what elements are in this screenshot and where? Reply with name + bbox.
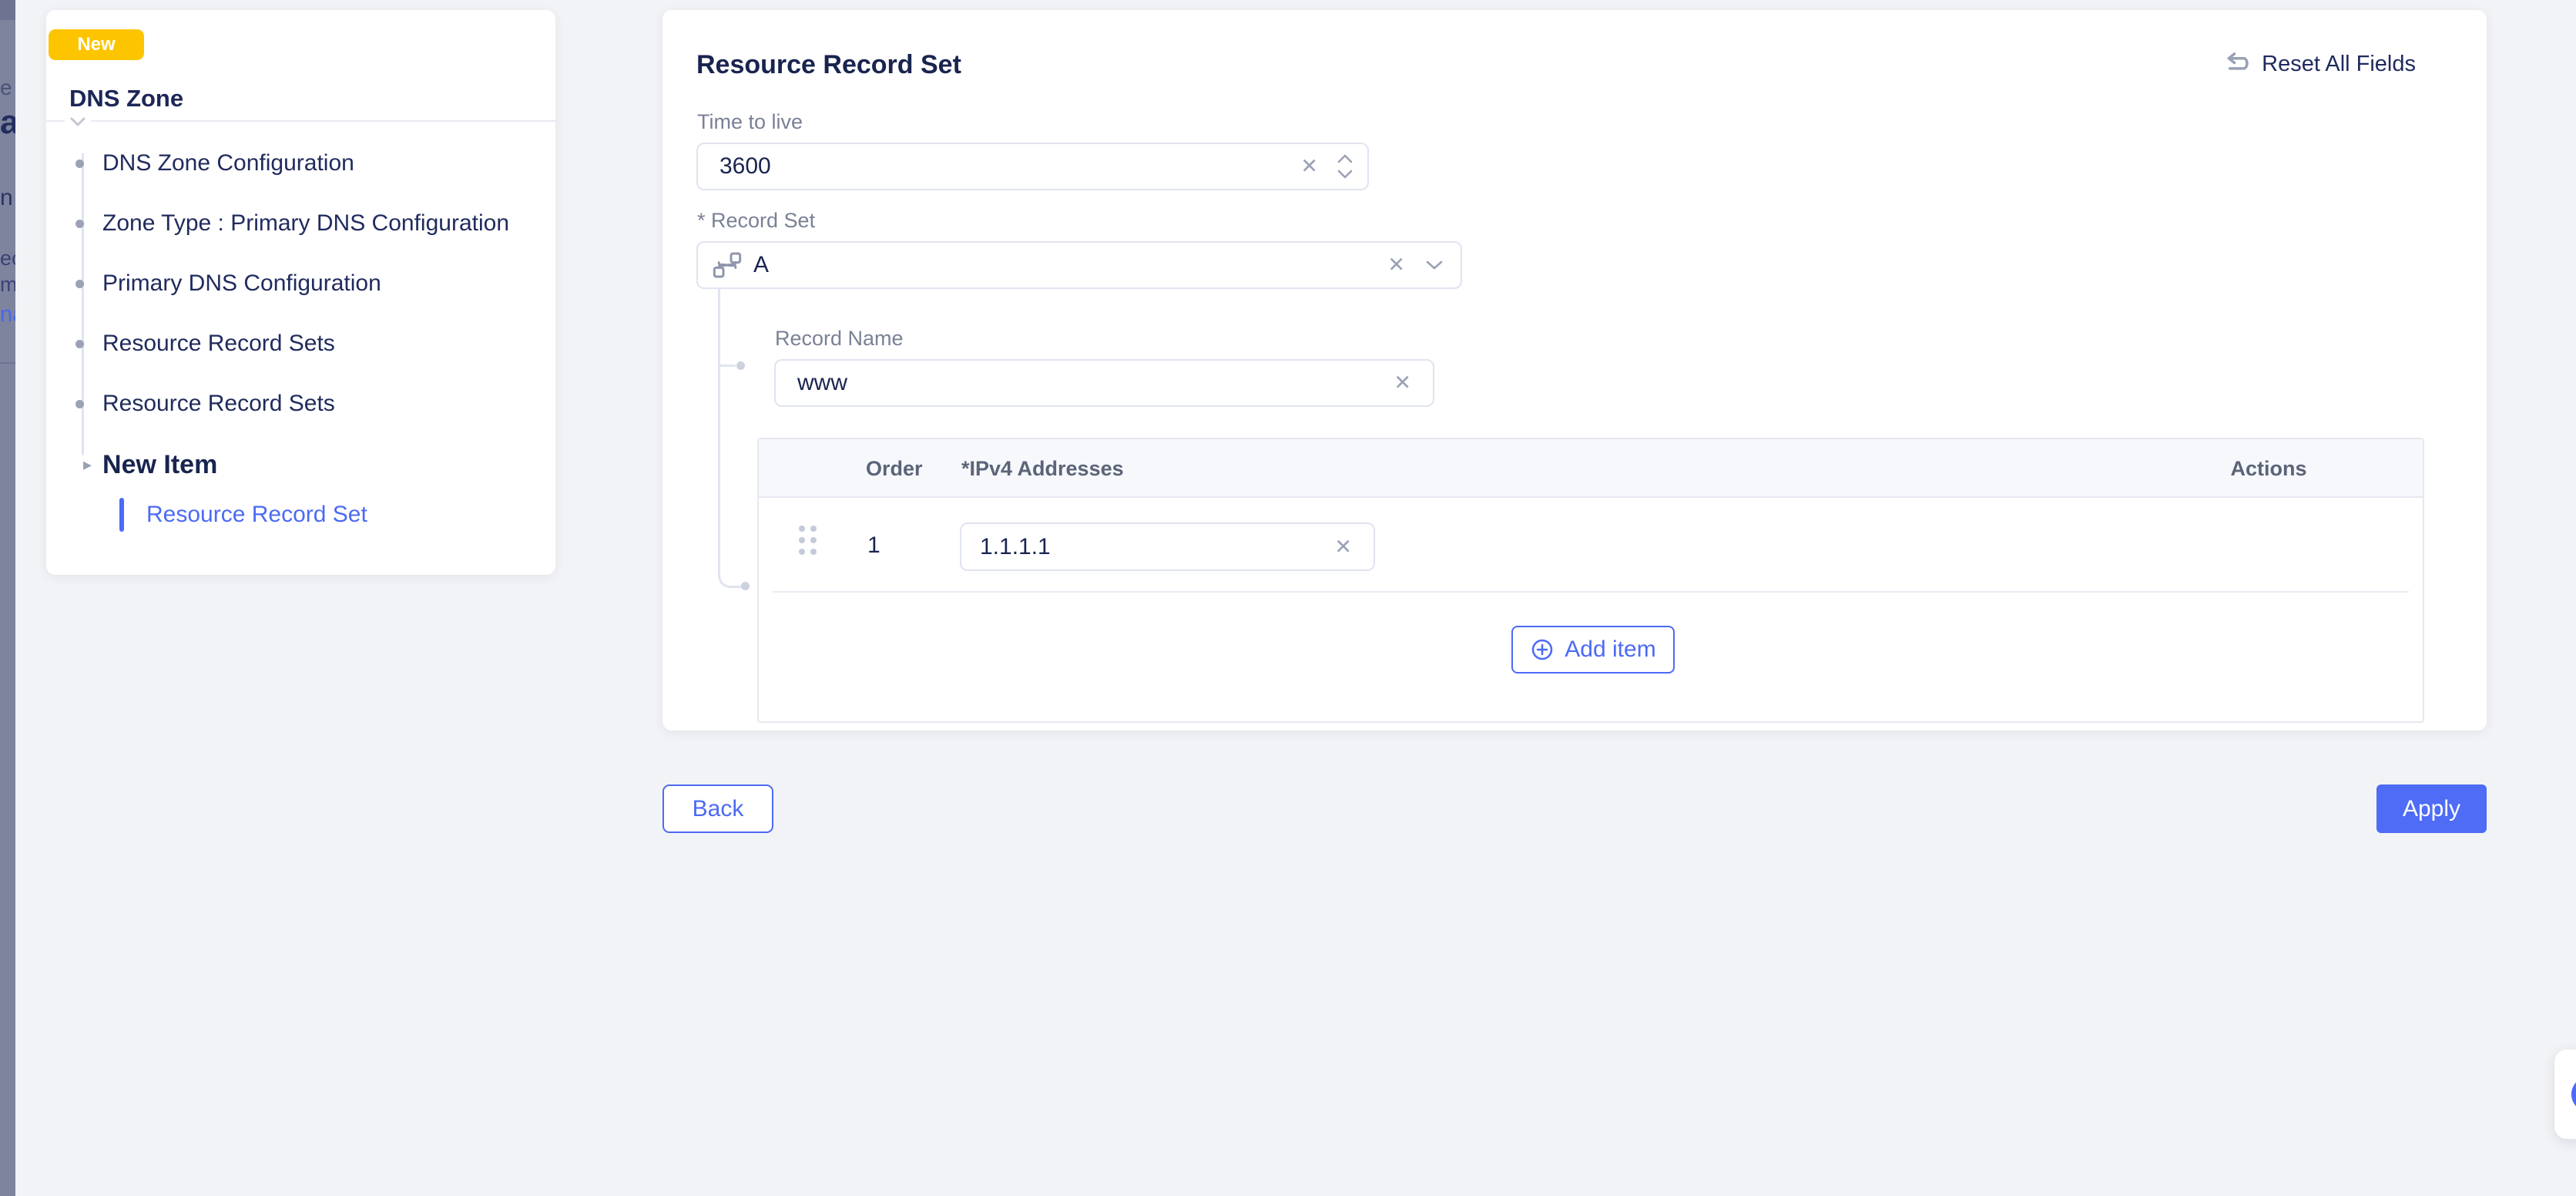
- underlay-divider: [0, 362, 15, 364]
- sidebar-item-zone-type[interactable]: Zone Type : Primary DNS Configuration: [75, 208, 509, 239]
- back-button-label: Back: [693, 796, 744, 822]
- table-row: 1 1.1.1.1 ✕: [759, 498, 2423, 593]
- timeline-dot-icon: [75, 160, 84, 168]
- underlay-text-fragment: e: [0, 76, 12, 100]
- record-set-select[interactable]: A ✕: [696, 241, 1462, 289]
- add-item-label: Add item: [1565, 637, 1655, 663]
- underlay-text-fragment: ag: [0, 103, 15, 142]
- active-indicator-bar: [119, 498, 124, 532]
- record-name-clear-icon[interactable]: ✕: [1394, 373, 1411, 394]
- floating-helper-widget[interactable]: [2554, 1050, 2576, 1139]
- underlay-topbar-fragment: [0, 0, 15, 20]
- reset-all-fields-button[interactable]: Reset All Fields: [2221, 51, 2416, 77]
- underlay-text-fragment: m: [0, 273, 15, 297]
- stepper-down-icon[interactable]: [1337, 170, 1353, 180]
- ttl-input[interactable]: 3600 ✕: [696, 143, 1369, 190]
- ttl-label: Time to live: [697, 110, 803, 134]
- connector-dot-icon: [736, 361, 745, 370]
- dimmed-underlay-strip: e ag n l ec m na: [0, 0, 15, 1196]
- sidebar-item-label: Zone Type : Primary DNS Configuration: [102, 210, 509, 237]
- sidebar-item-label: DNS Zone Configuration: [102, 150, 354, 176]
- back-button[interactable]: Back: [662, 784, 773, 833]
- resource-record-set-form-card: Resource Record Set Reset All Fields Tim…: [662, 10, 2487, 731]
- ipv4-address-value: 1.1.1.1: [961, 534, 1051, 560]
- row-order-value: 1: [867, 498, 880, 593]
- record-set-chevron-down-icon[interactable]: [1425, 260, 1444, 270]
- underlay-text-fragment: n l: [0, 185, 15, 211]
- reset-all-fields-label: Reset All Fields: [2262, 52, 2416, 77]
- record-name-input[interactable]: www ✕: [774, 359, 1434, 407]
- ipv4-addresses-table: Order *IPv4 Addresses Actions 1 1.1.1.1 …: [757, 438, 2424, 723]
- column-header-ipv4: *IPv4 Addresses: [961, 439, 1124, 498]
- sidebar-active-label: Resource Record Set: [146, 502, 367, 528]
- helper-circle-icon[interactable]: [2571, 1077, 2576, 1112]
- record-name-value: www: [776, 370, 847, 396]
- collapse-chevron-icon[interactable]: [65, 115, 91, 129]
- column-header-order: Order: [866, 439, 923, 498]
- reset-arrow-icon: [2221, 51, 2250, 77]
- sidebar-title: DNS Zone: [69, 85, 183, 113]
- sidebar-item-primary-dns-configuration[interactable]: Primary DNS Configuration: [75, 268, 381, 299]
- new-badge: New: [49, 29, 144, 60]
- underlay-link-fragment: na: [0, 302, 15, 328]
- ttl-clear-icon[interactable]: ✕: [1300, 156, 1318, 177]
- apply-button[interactable]: Apply: [2376, 784, 2487, 833]
- sidebar-group-new-item[interactable]: ▸ New Item: [83, 448, 217, 482]
- connector-dot-icon: [741, 582, 750, 590]
- column-header-actions: Actions: [2192, 439, 2346, 498]
- sidebar-item-dns-zone-configuration[interactable]: DNS Zone Configuration: [75, 148, 354, 179]
- sidebar-item-resource-record-sets-2[interactable]: Resource Record Sets: [75, 388, 335, 419]
- nested-connector-corner: [718, 569, 744, 588]
- record-set-icon: [712, 250, 743, 281]
- drag-handle-icon[interactable]: [799, 526, 817, 555]
- ttl-stepper[interactable]: [1337, 153, 1353, 180]
- underlay-text-fragment: ec: [0, 247, 15, 270]
- timeline-dot-icon: [75, 340, 84, 348]
- table-header: Order *IPv4 Addresses Actions: [759, 439, 2423, 498]
- plus-circle-icon: [1530, 637, 1555, 662]
- nested-connector-branch: [720, 365, 736, 367]
- sidebar-item-resource-record-sets-1[interactable]: Resource Record Sets: [75, 328, 335, 359]
- page-title: Resource Record Set: [696, 50, 961, 80]
- sidebar-item-label: Resource Record Sets: [102, 331, 335, 357]
- ipv4-address-input[interactable]: 1.1.1.1 ✕: [960, 522, 1375, 571]
- dns-zone-steps-panel: New DNS Zone DNS Zone Configuration Zone…: [46, 10, 555, 575]
- nested-connector-line: [718, 289, 720, 574]
- ttl-value: 3600: [698, 153, 771, 180]
- sidebar-item-resource-record-set-active[interactable]: Resource Record Set: [119, 498, 367, 532]
- record-set-clear-icon[interactable]: ✕: [1387, 255, 1405, 276]
- caret-right-icon: ▸: [83, 455, 92, 475]
- row-divider: [773, 591, 2409, 593]
- sidebar-group-label: New Item: [102, 450, 217, 480]
- sidebar-divider: [46, 120, 555, 122]
- ipv4-clear-icon[interactable]: ✕: [1334, 536, 1352, 557]
- sidebar-item-label: Primary DNS Configuration: [102, 270, 381, 297]
- record-set-label: * Record Set: [697, 209, 815, 233]
- stepper-up-icon[interactable]: [1337, 153, 1353, 163]
- apply-button-label: Apply: [2403, 796, 2460, 822]
- add-item-button[interactable]: Add item: [1511, 626, 1675, 674]
- record-name-label: Record Name: [775, 327, 904, 351]
- sidebar-item-label: Resource Record Sets: [102, 391, 335, 417]
- timeline-dot-icon: [75, 400, 84, 408]
- timeline-dot-icon: [75, 220, 84, 228]
- timeline-dot-icon: [75, 280, 84, 288]
